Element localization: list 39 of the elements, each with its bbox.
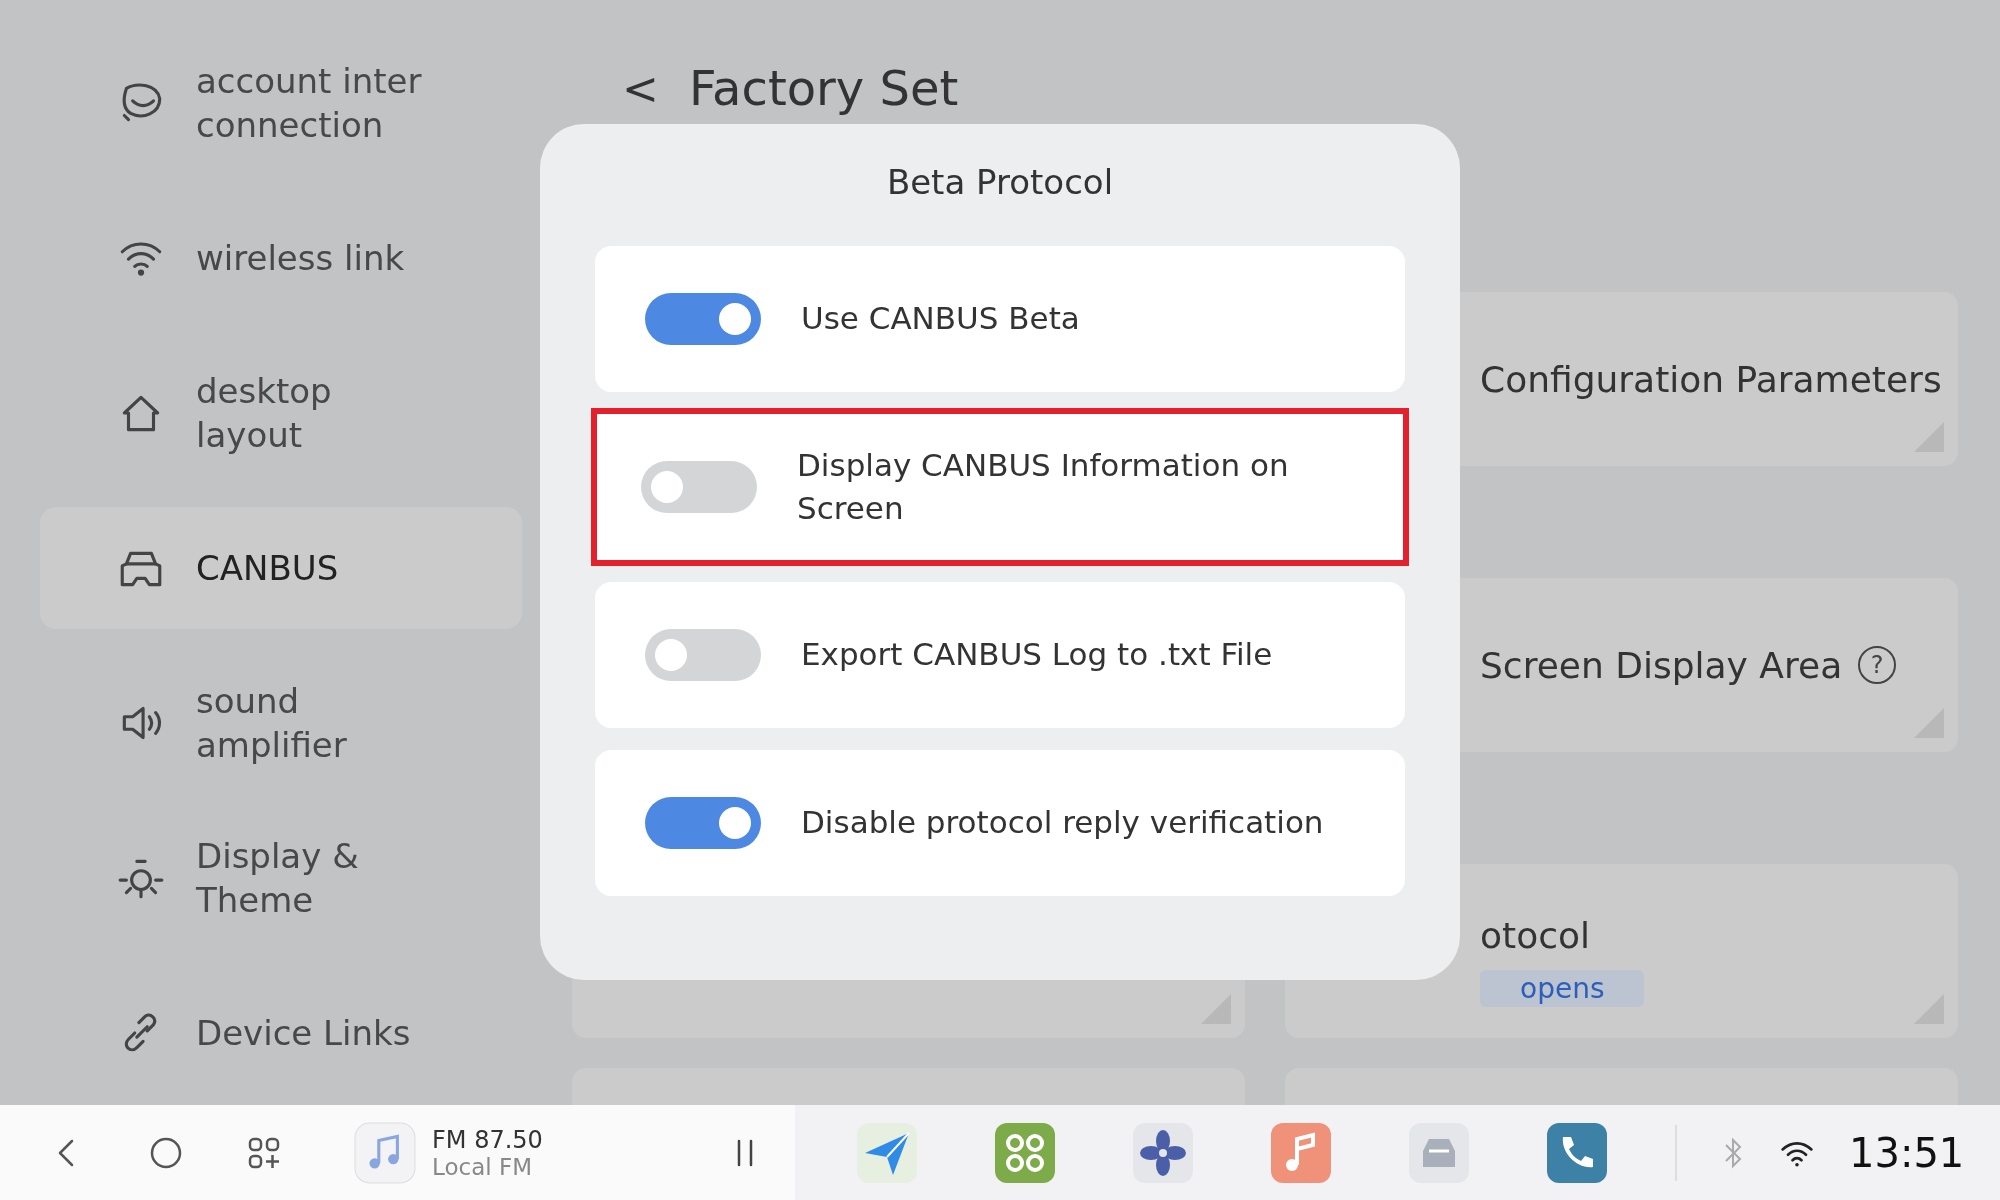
page-title: Factory Set — [688, 60, 959, 116]
card-label: Screen Display Area — [1480, 644, 1843, 686]
sidebar-item[interactable]: account inter connection — [40, 42, 522, 164]
option-label: Disable protocol reply verification — [801, 803, 1324, 843]
sidebar-label: sound amplifier — [196, 679, 348, 767]
sidebar-item[interactable]: sound amplifier — [40, 662, 522, 784]
sidebar-item[interactable]: Display & Theme — [40, 817, 522, 939]
navigation-app-icon[interactable] — [857, 1122, 917, 1183]
sidebar-item[interactable]: wireless link — [40, 197, 522, 319]
sidebar-item[interactable]: CANBUS — [40, 507, 522, 629]
sidebar-label: desktop layout — [196, 369, 333, 457]
sidebar-item[interactable]: desktop layout — [40, 352, 522, 474]
music-app-icon[interactable] — [1271, 1122, 1331, 1183]
fan-app-icon[interactable] — [1133, 1122, 1193, 1183]
dialog-title: Beta Protocol — [885, 162, 1115, 204]
phone-app-icon[interactable] — [1547, 1122, 1607, 1183]
sidebar-label: Display & Theme — [196, 834, 360, 922]
sidebar-label: account inter connection — [196, 59, 423, 147]
toggle-switch[interactable] — [645, 797, 761, 849]
card-label: Configuration Parameters — [1480, 358, 1942, 400]
sidebar-label: CANBUS — [196, 546, 340, 590]
sidebar-label: Device Links — [196, 1011, 412, 1055]
grid-app-icon[interactable] — [995, 1122, 1055, 1183]
car-app-icon[interactable] — [1409, 1122, 1469, 1183]
toggle-switch[interactable] — [645, 293, 761, 345]
toggle-switch[interactable] — [641, 461, 757, 513]
sidebar-label: wireless link — [196, 236, 406, 280]
option-label: Use CANBUS Beta — [801, 299, 1080, 339]
station-name: FM 87.50 — [432, 1125, 544, 1154]
music-icon[interactable] — [354, 1121, 416, 1184]
card-label: otocol — [1480, 915, 1590, 956]
clock-time: 13:51 — [1849, 1129, 1965, 1176]
sidebar-item[interactable]: Device Links — [40, 972, 522, 1094]
station-source: Local FM — [432, 1153, 533, 1180]
back-button[interactable]: < — [622, 62, 659, 114]
option-label: Export CANBUS Log to .txt File — [801, 635, 1273, 675]
help-icon[interactable]: ? — [1858, 646, 1897, 684]
toggle-switch[interactable] — [645, 629, 761, 681]
status-tag: opens — [1480, 970, 1645, 1007]
